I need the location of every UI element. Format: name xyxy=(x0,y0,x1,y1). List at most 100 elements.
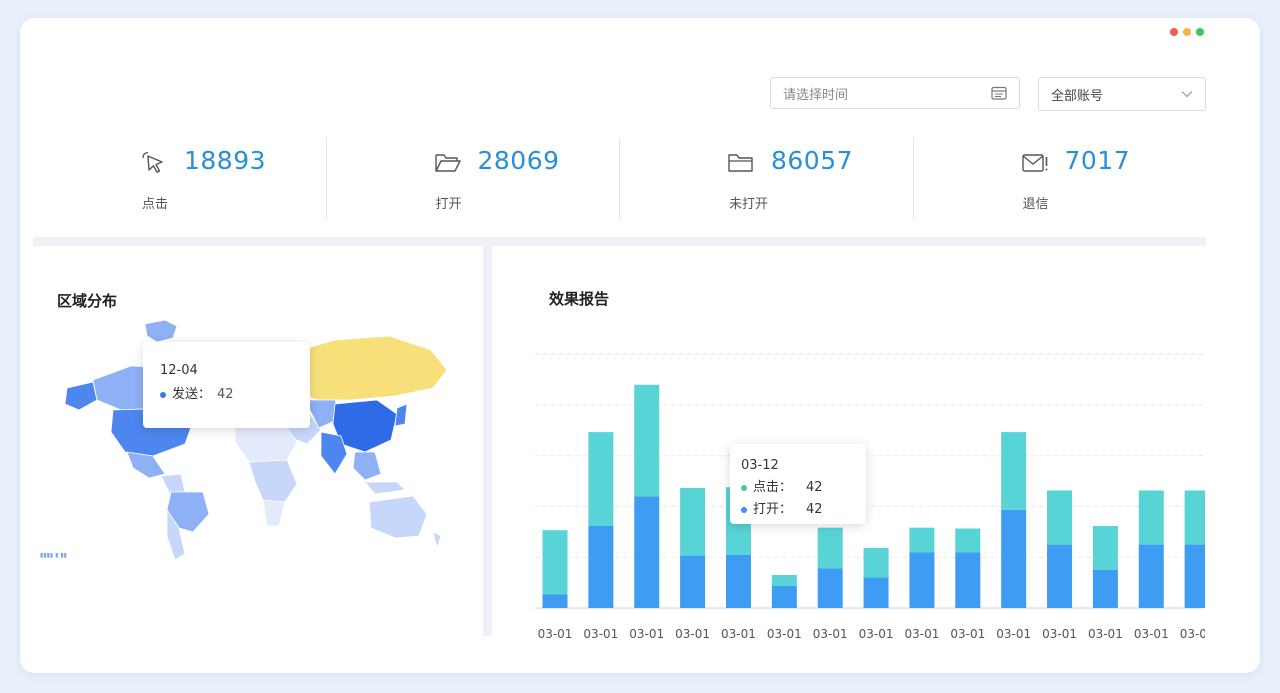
bar-segment[interactable] xyxy=(542,594,568,608)
chart-tooltip: 03-12 点击： 42 打开： 42 xyxy=(730,444,866,524)
stat-open: 28069 打开 xyxy=(327,138,620,220)
minimize-dot[interactable] xyxy=(1183,28,1191,36)
stat-label: 打开 xyxy=(435,197,462,212)
maximize-dot[interactable] xyxy=(1196,28,1204,36)
bar-segment[interactable] xyxy=(771,575,797,587)
x-tick-label: 03-01 xyxy=(675,627,710,641)
map-tooltip: 12-04 发送： 42 xyxy=(143,342,310,428)
bar-segment[interactable] xyxy=(1001,509,1027,608)
folder-open-icon xyxy=(434,154,461,172)
map-region-southeast-asia xyxy=(352,451,382,481)
panel-divider xyxy=(483,246,492,636)
bar-segment[interactable] xyxy=(1184,490,1205,545)
map-region-south-africa xyxy=(262,499,286,527)
bar-segment[interactable] xyxy=(1138,490,1164,545)
x-tick-label: 03-01 xyxy=(1180,627,1205,641)
bar-segment[interactable] xyxy=(817,568,843,608)
x-tick-label: 03-01 xyxy=(629,627,664,641)
bar-segment[interactable] xyxy=(634,496,660,608)
section-divider xyxy=(33,237,1206,246)
bar-segment[interactable] xyxy=(817,527,843,569)
map-tooltip-row: 发送： 42 xyxy=(160,384,310,406)
chart-tooltip-label: 点击： xyxy=(753,480,793,495)
stat-unopened: 86057 未打开 xyxy=(620,138,914,220)
bar-segment[interactable] xyxy=(680,555,706,608)
window-controls xyxy=(1170,28,1204,36)
stat-label: 未打开 xyxy=(729,197,769,212)
stat-value: 28069 xyxy=(477,146,560,175)
bar-segment[interactable] xyxy=(955,552,981,608)
account-select[interactable]: 全部账号 xyxy=(1038,77,1206,111)
account-select-value: 全部账号 xyxy=(1051,88,1104,104)
stat-value: 18893 xyxy=(184,146,267,175)
bar-segment[interactable] xyxy=(909,552,935,608)
chart-tooltip-date: 03-12 xyxy=(741,458,779,473)
date-picker-input[interactable]: 请选择时间 xyxy=(770,77,1020,109)
stats-row: 18893 点击 28069 打开 86057 未打开 7017 退信 xyxy=(33,138,1206,220)
series-dot xyxy=(741,485,747,491)
bar-segment[interactable] xyxy=(1138,544,1164,608)
stat-click: 18893 点击 xyxy=(33,138,327,220)
bar-segment[interactable] xyxy=(588,525,614,608)
chart-tooltip-value: 42 xyxy=(806,502,823,517)
stat-label: 退信 xyxy=(1022,197,1049,212)
bar-segment[interactable] xyxy=(863,577,889,608)
x-tick-label: 03-01 xyxy=(950,627,985,641)
map-tooltip-date: 12-04 xyxy=(160,363,198,378)
stat-bounce: 7017 退信 xyxy=(914,138,1207,220)
stat-value: 7017 xyxy=(1064,146,1131,175)
x-tick-label: 03-01 xyxy=(904,627,939,641)
map-visual-scale: ▮▮▮▮ ▮ ▮▮ xyxy=(40,552,67,559)
map-region-alaska xyxy=(64,381,98,411)
x-tick-label: 03-01 xyxy=(1088,627,1123,641)
chart-tooltip-label: 打开： xyxy=(753,502,793,517)
chart-tooltip-row: 点击： 42 xyxy=(741,477,866,499)
effect-panel-title: 效果报告 xyxy=(549,290,610,308)
date-placeholder: 请选择时间 xyxy=(783,87,849,103)
map-region-australia xyxy=(368,495,428,539)
bar-segment[interactable] xyxy=(863,547,889,578)
map-region-central-africa xyxy=(248,459,298,503)
chart-tooltip-value: 42 xyxy=(806,480,823,495)
map-region-indonesia xyxy=(364,481,406,495)
close-dot[interactable] xyxy=(1170,28,1178,36)
stat-value: 86057 xyxy=(771,146,854,175)
map-region-mexico xyxy=(126,451,166,479)
map-tooltip-value: 42 xyxy=(217,387,234,402)
x-tick-label: 03-01 xyxy=(721,627,756,641)
chart-tooltip-row: 打开： 42 xyxy=(741,499,866,521)
bar-segment[interactable] xyxy=(725,554,751,608)
bar-segment[interactable] xyxy=(955,528,981,553)
bar-segment[interactable] xyxy=(680,487,706,556)
x-tick-label: 03-01 xyxy=(1134,627,1169,641)
map-region-new-zealand xyxy=(432,531,442,550)
x-tick-label: 03-01 xyxy=(583,627,618,641)
mail-bounce-icon xyxy=(1021,154,1047,172)
series-dot xyxy=(741,507,747,513)
bar-segment[interactable] xyxy=(1092,525,1118,570)
bar-segment[interactable] xyxy=(1184,544,1205,608)
world-map[interactable] xyxy=(35,296,460,561)
bar-segment[interactable] xyxy=(1092,569,1118,608)
bar-segment[interactable] xyxy=(542,530,568,595)
bar-segment[interactable] xyxy=(1047,544,1073,608)
x-tick-label: 03-01 xyxy=(538,627,573,641)
x-tick-label: 03-01 xyxy=(767,627,802,641)
map-region-russia xyxy=(286,335,448,401)
bar-segment[interactable] xyxy=(634,384,660,497)
map-tooltip-series: 发送： xyxy=(172,387,212,402)
bar-segment[interactable] xyxy=(588,432,614,526)
bar-segment[interactable] xyxy=(771,586,797,608)
x-tick-label: 03-01 xyxy=(996,627,1031,641)
bar-segment[interactable] xyxy=(1001,432,1027,510)
folder-icon xyxy=(728,154,753,172)
map-region-japan xyxy=(394,403,408,427)
x-tick-label: 03-01 xyxy=(1042,627,1077,641)
calendar-icon xyxy=(991,86,1007,100)
x-tick-label: 03-01 xyxy=(859,627,894,641)
series-dot xyxy=(160,392,166,398)
bar-segment[interactable] xyxy=(909,527,935,553)
map-region-greenland xyxy=(144,319,178,343)
bar-segment[interactable] xyxy=(1047,490,1073,545)
stat-label: 点击 xyxy=(142,197,169,212)
